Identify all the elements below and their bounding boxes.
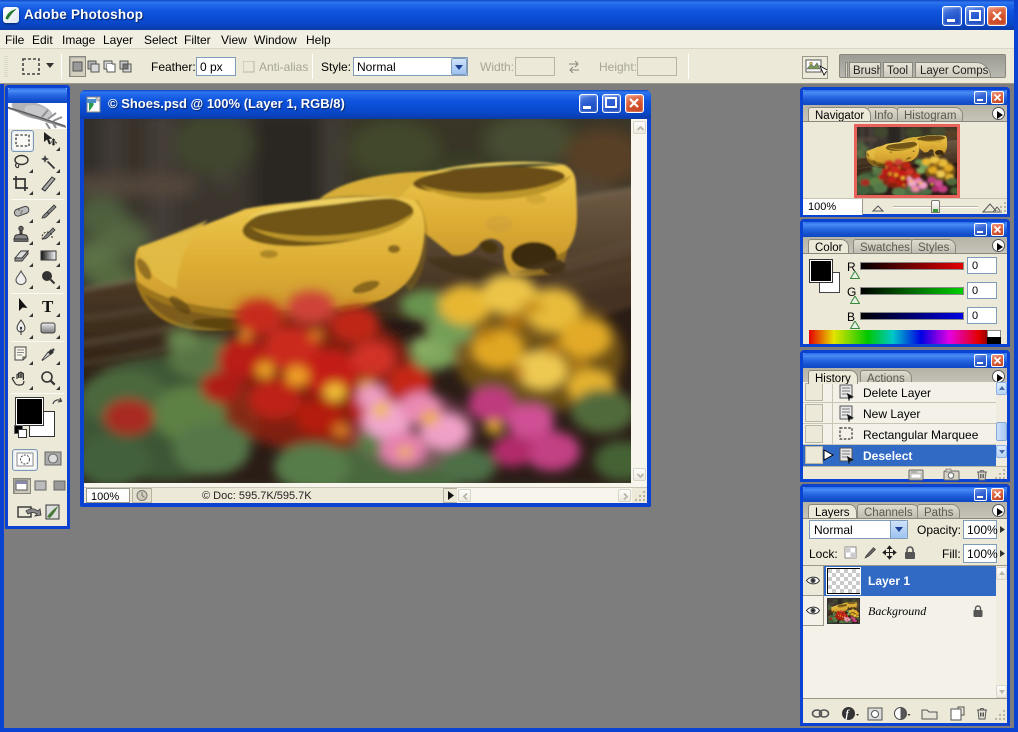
svg-text:T: T [42,297,54,316]
